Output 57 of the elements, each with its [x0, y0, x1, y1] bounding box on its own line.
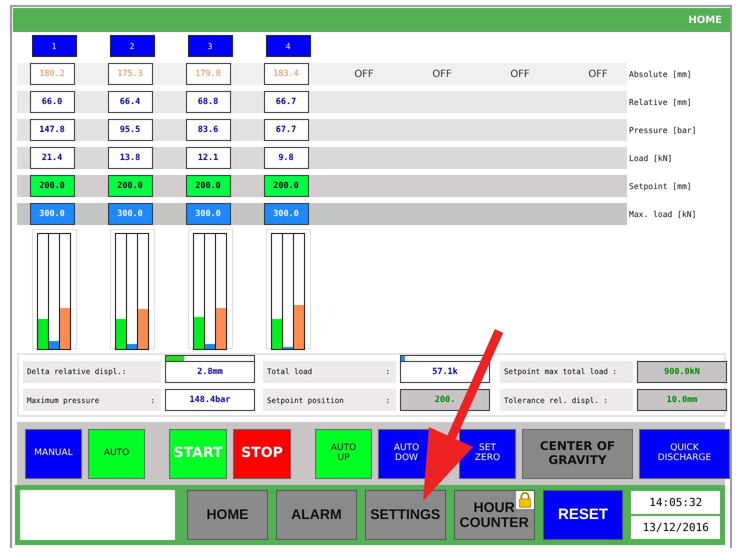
- control-button[interactable]: STOP: [233, 428, 291, 478]
- value-display: 148.4bar: [165, 389, 255, 411]
- value-display: 200.0: [108, 175, 152, 197]
- row-label: Setpoint [mm]: [629, 182, 692, 190]
- value-display: 300.0: [108, 203, 152, 225]
- nav-button[interactable]: SETTINGS: [364, 490, 446, 540]
- value-display: 66.4: [108, 91, 152, 113]
- status-text: OFF: [510, 68, 530, 80]
- row-label: Pressure [bar]: [629, 126, 696, 134]
- value-display: 175.3: [108, 63, 152, 85]
- control-button[interactable]: CENTER OF GRAVITY: [522, 428, 633, 478]
- date-display: 13/12/2016: [631, 516, 720, 539]
- value-display: 200.0: [264, 175, 308, 197]
- value-display: 9.8: [264, 147, 308, 169]
- value-display: 200.0: [186, 175, 230, 197]
- screen-title: HOME: [688, 14, 722, 26]
- channel-number: 3: [188, 35, 232, 57]
- channel-number: 4: [266, 35, 310, 57]
- time-display: 14:05:32: [631, 491, 720, 514]
- value-display: 300.0: [30, 203, 74, 225]
- value-display: 95.5: [108, 119, 152, 141]
- status-text: OFF: [588, 68, 608, 80]
- row-label: Max. load [kN]: [629, 210, 696, 218]
- value-display: 68.8: [186, 91, 230, 113]
- channel-number: 1: [32, 35, 76, 57]
- nav-button[interactable]: HOUR COUNTER: [454, 490, 535, 540]
- channel-number: 2: [110, 35, 154, 57]
- value-display: 900.0kN: [637, 360, 727, 382]
- value-display: 147.8: [30, 119, 74, 141]
- control-button[interactable]: SET ZERO: [459, 428, 516, 478]
- value-display: 21.4: [30, 147, 74, 169]
- control-button[interactable]: AUTO: [88, 428, 145, 478]
- status-text: OFF: [354, 68, 374, 80]
- control-button[interactable]: MANUAL: [25, 428, 82, 478]
- value-display: 10.0mm: [637, 389, 727, 411]
- value-display: 2.8mm: [165, 360, 255, 382]
- value-display: 66.7: [264, 91, 308, 113]
- value-display: 67.7: [264, 119, 308, 141]
- nav-button[interactable]: ALARM: [276, 490, 357, 540]
- row-label: Load [kN]: [629, 154, 672, 162]
- nav-button[interactable]: HOME: [187, 490, 268, 540]
- value-display: 300.0: [264, 203, 308, 225]
- nav-button[interactable]: RESET: [542, 490, 624, 540]
- row-label: Absolute [mm]: [629, 70, 692, 78]
- value-display: 179.8: [186, 63, 230, 85]
- value-display: 66.0: [30, 91, 74, 113]
- value-display: 83.6: [186, 119, 230, 141]
- value-display: 13.8: [108, 147, 152, 169]
- control-button[interactable]: QUICK DISCHARGE: [639, 428, 730, 478]
- row-label: Relative [mm]: [629, 98, 692, 106]
- value-display: 183.4: [264, 63, 308, 85]
- value-display: 12.1: [186, 147, 230, 169]
- status-text: OFF: [432, 68, 452, 80]
- value-display: 200.0: [30, 175, 74, 197]
- value-display: 180.2: [30, 63, 74, 85]
- control-button[interactable]: AUTO UP: [315, 428, 372, 478]
- value-display: 300.0: [186, 203, 230, 225]
